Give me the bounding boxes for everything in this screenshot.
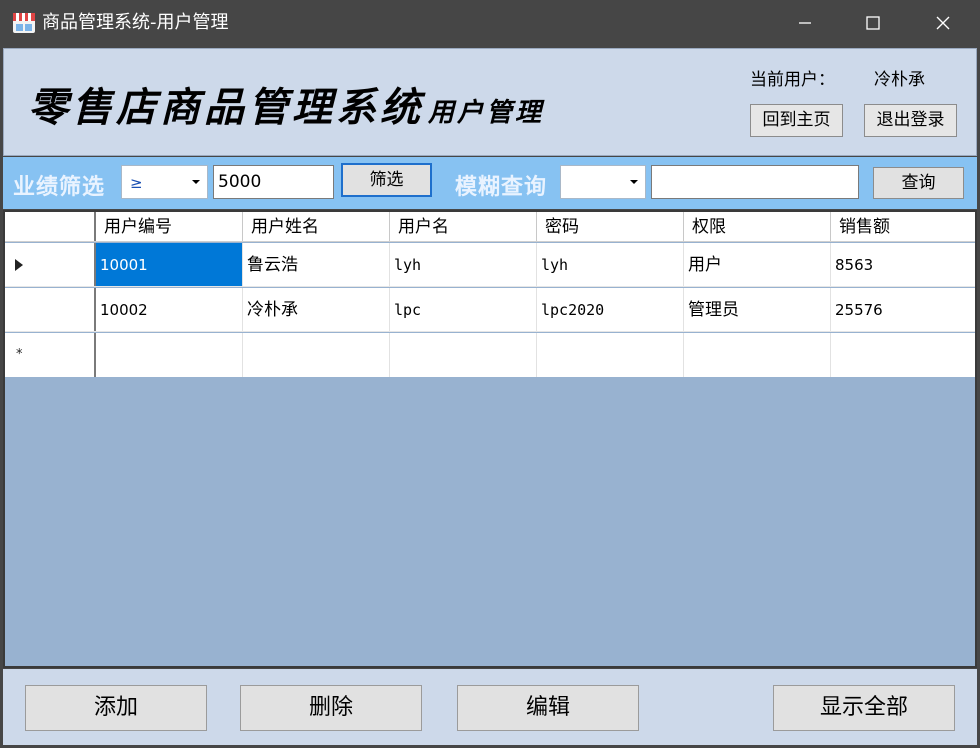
table-cell[interactable] (831, 333, 975, 377)
add-button[interactable]: 添加 (25, 685, 207, 731)
amount-input[interactable]: 5000 (213, 165, 334, 199)
row-selector[interactable]: * (5, 333, 96, 377)
minimize-icon (799, 22, 811, 24)
close-button[interactable] (908, 0, 978, 46)
minimize-button[interactable] (770, 0, 840, 46)
edit-button[interactable]: 编辑 (457, 685, 639, 731)
maximize-button[interactable] (838, 0, 908, 46)
row-selector[interactable] (5, 243, 96, 286)
action-bar: 添加 删除 编辑 显示全部 (3, 669, 977, 745)
system-title: 零售店商品管理系统 (28, 84, 424, 131)
search-field-select[interactable] (560, 165, 646, 199)
row-selector[interactable] (5, 288, 96, 331)
table-cell[interactable] (390, 333, 537, 377)
home-button[interactable]: 回到主页 (750, 104, 843, 137)
dropdown-arrow-icon[interactable] (623, 166, 645, 198)
table-cell[interactable]: 10002 (96, 288, 243, 331)
filter-button[interactable]: 筛选 (341, 163, 432, 197)
column-header[interactable]: 用户编号 (96, 212, 243, 241)
table-cell[interactable] (684, 333, 831, 377)
current-user-name: 冷朴承 (874, 70, 925, 90)
table-cell[interactable]: lpc2020 (537, 288, 684, 331)
new-table-row[interactable]: * (5, 333, 975, 377)
table-cell[interactable]: 鲁云浩 (243, 243, 390, 286)
column-header[interactable]: 销售额 (831, 212, 975, 241)
table-cell[interactable]: lpc (390, 288, 537, 331)
table-cell[interactable]: 8563 (831, 243, 975, 286)
current-user-label: 当前用户： (750, 70, 835, 90)
keyword-input[interactable] (651, 165, 859, 199)
window-title: 商品管理系统-用户管理 (42, 12, 229, 33)
table-row[interactable]: 10002 冷朴承 lpc lpc2020 管理员 25576 (5, 288, 975, 332)
dropdown-arrow-icon[interactable] (185, 166, 207, 198)
performance-filter-label: 业绩筛选 (13, 175, 106, 200)
filter-bar: 业绩筛选 ≥ 5000 筛选 模糊查询 查询 (3, 157, 977, 209)
app-store-icon (12, 11, 36, 35)
module-title: 用户管理 (428, 98, 545, 128)
table-cell[interactable]: 冷朴承 (243, 288, 390, 331)
column-header[interactable]: 密码 (537, 212, 684, 241)
table-header: 用户编号 用户姓名 用户名 密码 权限 销售额 (5, 212, 975, 242)
user-data-grid[interactable]: 用户编号 用户姓名 用户名 密码 权限 销售额 10001 鲁云浩 lyh ly… (3, 210, 977, 668)
brand-title: 零售店商品管理系统 用户管理 (28, 75, 544, 133)
column-header[interactable]: 权限 (684, 212, 831, 241)
delete-button[interactable]: 删除 (240, 685, 422, 731)
table-row[interactable]: 10001 鲁云浩 lyh lyh 用户 8563 (5, 243, 975, 287)
table-cell[interactable] (537, 333, 684, 377)
table-cell[interactable]: lyh (537, 243, 684, 286)
title-bar: 商品管理系统-用户管理 (0, 0, 980, 46)
table-cell[interactable] (96, 333, 243, 377)
logout-button[interactable]: 退出登录 (864, 104, 957, 137)
table-cell[interactable] (243, 333, 390, 377)
table-cell[interactable]: 用户 (684, 243, 831, 286)
operator-select[interactable]: ≥ (121, 165, 208, 199)
column-header[interactable]: 用户姓名 (243, 212, 390, 241)
table-cell[interactable]: 管理员 (684, 288, 831, 331)
new-row-asterisk-icon: * (16, 347, 23, 362)
operator-value: ≥ (130, 174, 143, 192)
close-icon (936, 16, 950, 30)
current-row-arrow-icon (15, 259, 23, 271)
maximize-icon (866, 16, 880, 30)
app-window: 商品管理系统-用户管理 零售店商品管理系统 用户管理 当前用户： 冷朴承 回到主页… (0, 0, 980, 748)
show-all-button[interactable]: 显示全部 (773, 685, 955, 731)
table-cell[interactable]: 10001 (96, 243, 243, 286)
row-header-corner (5, 212, 96, 241)
query-button[interactable]: 查询 (873, 167, 964, 199)
fuzzy-search-label: 模糊查询 (455, 175, 548, 200)
table-cell[interactable]: lyh (390, 243, 537, 286)
column-header[interactable]: 用户名 (390, 212, 537, 241)
header-panel: 零售店商品管理系统 用户管理 当前用户： 冷朴承 回到主页 退出登录 (3, 48, 977, 156)
table-cell[interactable]: 25576 (831, 288, 975, 331)
